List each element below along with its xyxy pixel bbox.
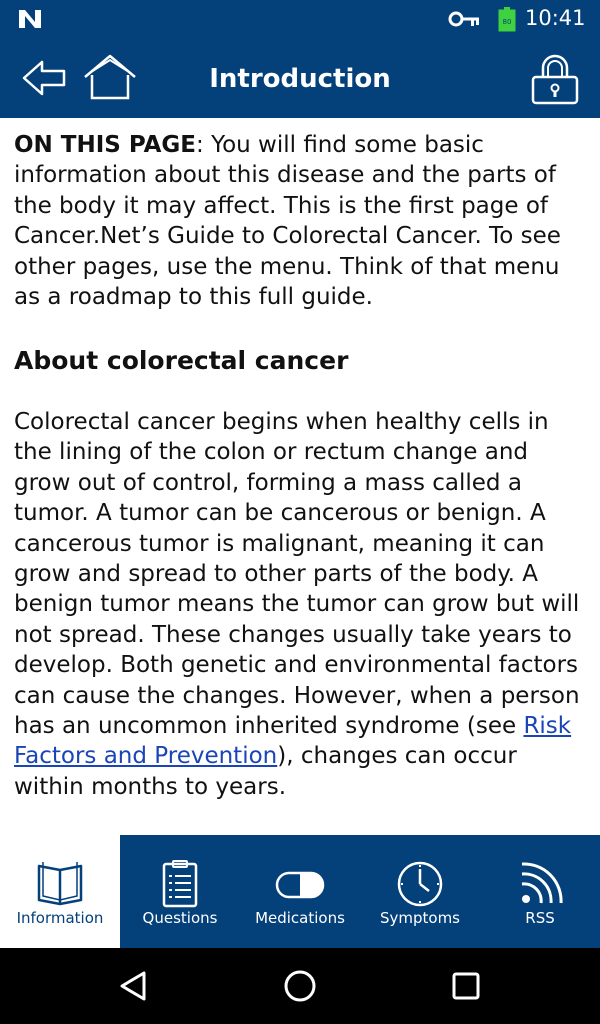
battery-icon: 80 — [498, 7, 516, 32]
home-icon[interactable] — [82, 53, 138, 101]
tab-rss-label: RSS — [525, 909, 555, 927]
battery-level: 80 — [503, 18, 512, 26]
recents-square-icon[interactable] — [448, 968, 484, 1004]
bottom-tab-bar: Information Questions Medications Sympto… — [0, 835, 600, 948]
intro-text: : You will find some basic information a… — [14, 132, 561, 311]
rss-icon — [521, 862, 563, 904]
home-circle-icon[interactable] — [282, 968, 318, 1004]
back-triangle-icon[interactable] — [116, 968, 152, 1004]
clock-time: 10:41 — [525, 6, 586, 30]
n-logo-icon — [19, 10, 41, 28]
lock-icon[interactable] — [528, 53, 582, 105]
app-bar: Introduction — [0, 38, 600, 118]
intro-paragraph: ON THIS PAGE: You will find some basic i… — [14, 130, 588, 312]
section-heading: About colorectal cancer — [14, 346, 349, 375]
status-bar: 80 10:41 — [0, 0, 600, 38]
tab-medications[interactable]: Medications — [240, 835, 360, 948]
tab-information-label: Information — [16, 909, 104, 927]
body-text-before-link: Colorectal cancer begins when healthy ce… — [14, 409, 580, 740]
system-nav-bar — [0, 948, 600, 1024]
intro-label: ON THIS PAGE — [14, 132, 197, 158]
tab-symptoms-label: Symptoms — [379, 909, 461, 927]
book-icon — [37, 862, 83, 906]
clock-icon — [397, 861, 443, 907]
back-arrow-icon[interactable] — [20, 58, 68, 98]
page-title: Introduction — [209, 64, 391, 94]
tab-information[interactable]: Information — [0, 835, 120, 948]
tab-questions[interactable]: Questions — [120, 835, 240, 948]
tab-rss[interactable]: RSS — [480, 835, 600, 948]
tab-medications-label: Medications — [255, 909, 345, 927]
tab-symptoms[interactable]: Symptoms — [360, 835, 480, 948]
body-paragraph: Colorectal cancer begins when healthy ce… — [14, 407, 588, 802]
key-icon — [448, 11, 479, 27]
pill-icon — [275, 871, 325, 899]
article-content: ON THIS PAGE: You will find some basic i… — [14, 130, 588, 800]
tab-questions-label: Questions — [142, 909, 218, 927]
clipboard-icon — [162, 860, 198, 908]
